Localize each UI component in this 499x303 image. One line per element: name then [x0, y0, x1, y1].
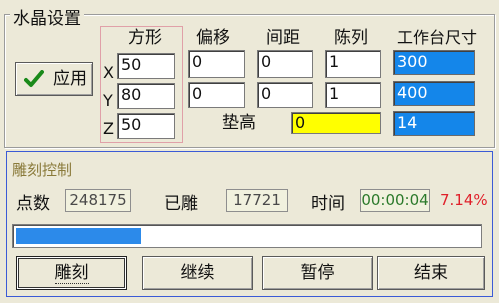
checkmark-icon	[24, 70, 44, 87]
shape-x-input[interactable]: 50	[117, 53, 175, 79]
table-size-y-field[interactable]: 400	[393, 81, 475, 106]
array-label: 陈列	[334, 28, 368, 48]
array-input-1[interactable]: 1	[325, 50, 381, 78]
points-label: 点数	[16, 194, 50, 214]
engrave-button[interactable]: 雕刻	[16, 256, 127, 290]
continue-button-label: 继续	[180, 263, 215, 283]
apply-button-label: 应用	[53, 69, 87, 89]
done-label: 已雕	[164, 194, 198, 214]
padding-label: 垫高	[222, 113, 256, 133]
shape-y-input[interactable]: 80	[117, 83, 175, 109]
shape-label: 方形	[128, 28, 162, 48]
array-input-2[interactable]: 1	[325, 82, 381, 108]
shape-z-input[interactable]: 50	[117, 113, 175, 139]
progress-percent: 7.14%	[440, 191, 488, 209]
table-size-label: 工作台尺寸	[397, 28, 478, 47]
progress-bar-fill	[16, 228, 141, 244]
x-axis-label: X	[103, 63, 114, 82]
spacing-input-2[interactable]: 0	[257, 82, 313, 108]
offset-label: 偏移	[196, 28, 230, 48]
table-size-x-field[interactable]: 300	[393, 50, 475, 75]
apply-button[interactable]: 应用	[15, 62, 93, 96]
end-button[interactable]: 结束	[377, 256, 485, 290]
padding-input[interactable]: 0	[291, 112, 381, 134]
table-size-z-field[interactable]: 14	[393, 111, 475, 136]
pause-button[interactable]: 暂停	[262, 256, 373, 290]
engrave-button-label: 雕刻	[54, 263, 89, 284]
engrave-control-title: 雕刻控制	[12, 161, 73, 179]
crystal-settings-title: 水晶设置	[10, 4, 84, 29]
offset-input-2[interactable]: 0	[188, 82, 245, 108]
points-value: 248175	[65, 189, 131, 212]
y-axis-label: Y	[103, 91, 113, 110]
offset-input-1[interactable]: 0	[188, 50, 245, 78]
continue-button[interactable]: 继续	[142, 256, 253, 290]
done-value: 17721	[226, 189, 288, 212]
end-button-label: 结束	[414, 263, 448, 283]
z-axis-label: Z	[103, 119, 114, 138]
spacing-input-1[interactable]: 0	[257, 50, 313, 78]
time-value: 00:00:04	[360, 189, 430, 212]
progress-bar	[12, 224, 482, 248]
time-label: 时间	[311, 194, 345, 214]
spacing-label: 间距	[266, 28, 300, 48]
pause-button-label: 暂停	[300, 263, 335, 283]
